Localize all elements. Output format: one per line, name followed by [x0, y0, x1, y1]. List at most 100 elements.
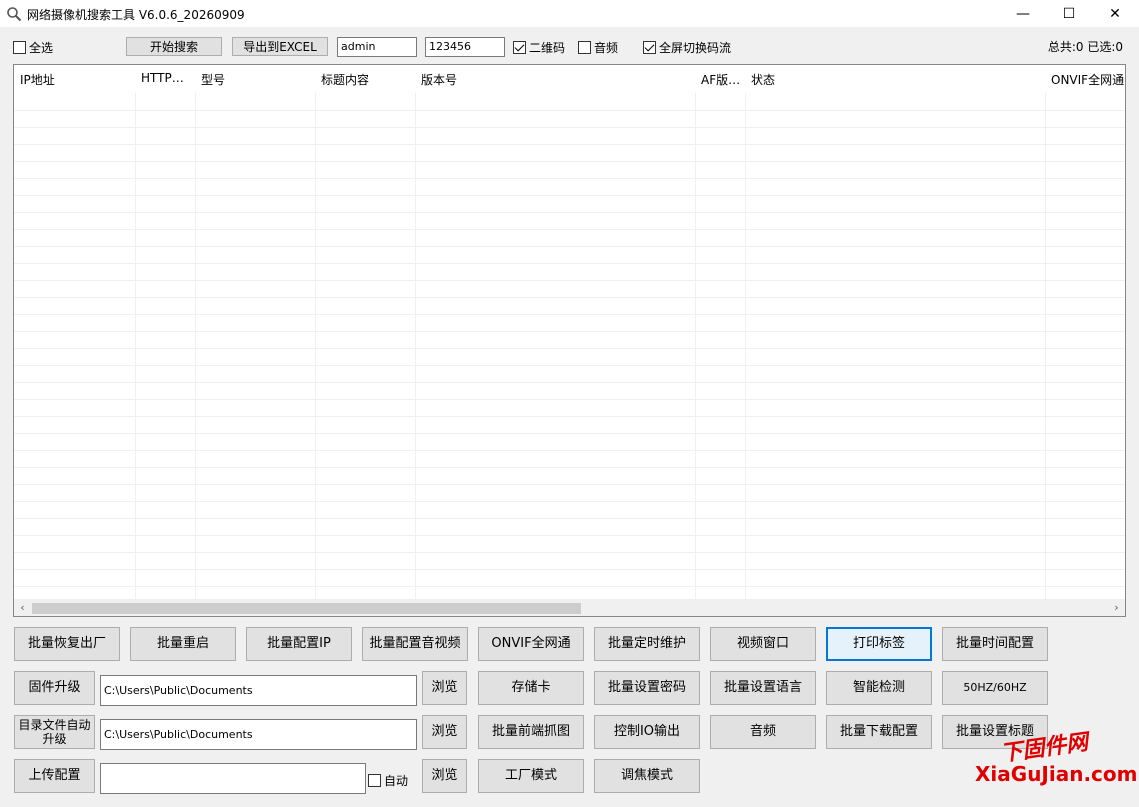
column-header-title[interactable]: 标题内容 — [315, 65, 415, 93]
total-selected-count: 总共:0 已选:0 — [1047, 40, 1123, 54]
grid-vline — [1045, 93, 1046, 600]
fullscreen-switch-label: 全屏切换码流 — [659, 41, 732, 55]
grid-hline — [14, 110, 1125, 111]
password-input[interactable]: 123456 — [425, 37, 505, 57]
grid-hline — [14, 484, 1125, 485]
batch-set-language-button[interactable]: 批量设置语言 — [710, 671, 816, 705]
upload-path-input[interactable] — [100, 763, 366, 794]
browse-dir-button[interactable]: 浏览 — [422, 715, 467, 749]
app-magnifier-icon — [7, 7, 22, 22]
smart-detection-button[interactable]: 智能检测 — [826, 671, 932, 705]
username-input[interactable]: admin — [337, 37, 417, 57]
video-window-button[interactable]: 视频窗口 — [710, 627, 816, 661]
column-header-model[interactable]: 型号 — [195, 65, 315, 93]
grid-hline — [14, 161, 1125, 162]
browse-firmware-button[interactable]: 浏览 — [422, 671, 467, 705]
grid-vline — [135, 93, 136, 600]
grid-hline — [14, 365, 1125, 366]
batch-reboot-button[interactable]: 批量重启 — [130, 627, 236, 661]
grid-hline — [14, 195, 1125, 196]
batch-snapshot-button[interactable]: 批量前端抓图 — [478, 715, 584, 749]
window-title: 网络摄像机搜索工具 V6.0.6_20260909 — [27, 8, 245, 22]
export-excel-button[interactable]: 导出到EXCEL — [232, 37, 328, 56]
column-header-status[interactable]: 状态 — [745, 65, 1045, 93]
maximize-button[interactable]: ☐ — [1046, 0, 1092, 28]
batch-download-config-button[interactable]: 批量下载配置 — [826, 715, 932, 749]
grid-hline — [14, 416, 1125, 417]
grid-hline — [14, 535, 1125, 536]
grid-hline — [14, 280, 1125, 281]
batch-config-ip-button[interactable]: 批量配置IP — [246, 627, 352, 661]
fullscreen-switch-box[interactable] — [643, 41, 656, 54]
grid-hline — [14, 399, 1125, 400]
grid-hline — [14, 569, 1125, 570]
grid-hline — [14, 450, 1125, 451]
dir-path-input[interactable]: C:\Users\Public\Documents — [100, 719, 417, 750]
grid-hline — [14, 144, 1125, 145]
browse-upload-button[interactable]: 浏览 — [422, 759, 467, 793]
scroll-right-icon[interactable]: › — [1108, 599, 1125, 616]
horizontal-scrollbar[interactable]: ‹ › — [14, 599, 1125, 616]
grid-hline — [14, 518, 1125, 519]
dir-auto-upgrade-button[interactable]: 目录文件自动升级 — [14, 715, 95, 749]
start-search-button[interactable]: 开始搜索 — [126, 37, 222, 56]
grid-hline — [14, 552, 1125, 553]
grid-vline — [315, 93, 316, 600]
grid-hline — [14, 586, 1125, 587]
list-header: IP地址 HTTP… 型号 标题内容 版本号 AF版… 状态 ONVIF全网通 — [14, 65, 1125, 93]
grid-hline — [14, 382, 1125, 383]
batch-factory-reset-button[interactable]: 批量恢复出厂 — [14, 627, 120, 661]
auto-box[interactable] — [368, 774, 381, 787]
grid-hline — [14, 212, 1125, 213]
scroll-left-icon[interactable]: ‹ — [14, 599, 31, 616]
select-all-box[interactable] — [13, 41, 26, 54]
batch-config-av-button[interactable]: 批量配置音视频 — [362, 627, 468, 661]
batch-set-password-button[interactable]: 批量设置密码 — [594, 671, 700, 705]
grid-hline — [14, 467, 1125, 468]
minimize-button[interactable]: — — [1000, 0, 1046, 28]
grid-hline — [14, 263, 1125, 264]
qrcode-box[interactable] — [513, 41, 526, 54]
print-label-button[interactable]: 打印标签 — [826, 627, 932, 661]
grid-hline — [14, 246, 1125, 247]
grid-hline — [14, 314, 1125, 315]
grid-vline — [195, 93, 196, 600]
audio-checkbox[interactable]: 音频 — [578, 39, 618, 56]
list-grid — [14, 93, 1125, 600]
title-bar: 网络摄像机搜索工具 V6.0.6_20260909 — ☐ ✕ — [0, 0, 1139, 28]
storage-card-button[interactable]: 存储卡 — [478, 671, 584, 705]
column-header-ip[interactable]: IP地址 — [14, 65, 135, 93]
watermark-en: XiaGuJian.com — [975, 762, 1138, 786]
grid-vline — [695, 93, 696, 600]
grid-vline — [415, 93, 416, 600]
audio-box[interactable] — [578, 41, 591, 54]
batch-time-config-button[interactable]: 批量时间配置 — [942, 627, 1048, 661]
select-all-checkbox[interactable]: 全选 — [13, 39, 53, 56]
grid-hline — [14, 127, 1125, 128]
control-io-output-button[interactable]: 控制IO输出 — [594, 715, 700, 749]
column-header-onvif[interactable]: ONVIF全网通 — [1045, 65, 1125, 93]
batch-scheduled-maintenance-button[interactable]: 批量定时维护 — [594, 627, 700, 661]
focus-mode-button[interactable]: 调焦模式 — [594, 759, 700, 793]
firmware-upgrade-button[interactable]: 固件升级 — [14, 671, 95, 705]
column-header-http[interactable]: HTTP… — [135, 65, 195, 93]
grid-hline — [14, 501, 1125, 502]
fullscreen-switch-checkbox[interactable]: 全屏切换码流 — [643, 39, 731, 56]
auto-checkbox[interactable]: 自动 — [368, 772, 408, 789]
grid-hline — [14, 178, 1125, 179]
scrollbar-thumb[interactable] — [32, 603, 581, 614]
column-header-version[interactable]: 版本号 — [415, 65, 695, 93]
firmware-path-input[interactable]: C:\Users\Public\Documents — [100, 675, 417, 706]
audio-label: 音频 — [594, 41, 619, 55]
column-header-af-version[interactable]: AF版… — [695, 65, 745, 93]
upload-config-button[interactable]: 上传配置 — [14, 759, 95, 793]
audio-button[interactable]: 音频 — [710, 715, 816, 749]
qrcode-checkbox[interactable]: 二维码 — [513, 39, 565, 56]
auto-label: 自动 — [384, 774, 409, 788]
close-button[interactable]: ✕ — [1092, 0, 1138, 28]
onvif-button[interactable]: ONVIF全网通 — [478, 627, 584, 661]
device-list[interactable]: IP地址 HTTP… 型号 标题内容 版本号 AF版… 状态 ONVIF全网通 … — [13, 64, 1126, 617]
grid-vline — [745, 93, 746, 600]
frequency-button[interactable]: 50HZ/60HZ — [942, 671, 1048, 705]
factory-mode-button[interactable]: 工厂模式 — [478, 759, 584, 793]
